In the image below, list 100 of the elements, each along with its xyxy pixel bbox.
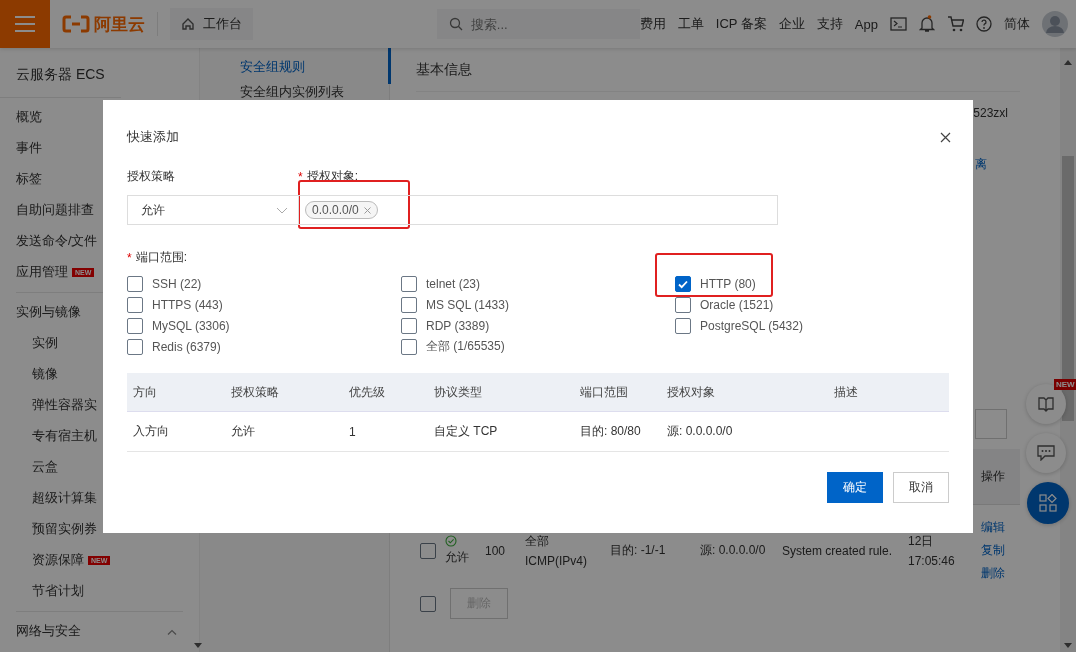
sidebar-item[interactable]: 应用管理	[16, 264, 68, 281]
remove-icon[interactable]	[363, 206, 371, 214]
option-label: MS SQL (1433)	[426, 297, 509, 312]
checkbox[interactable]	[420, 542, 436, 559]
logo-icon	[61, 15, 90, 33]
nav-link[interactable]: ICP 备案	[715, 15, 767, 33]
table-cell: 1	[343, 412, 428, 452]
field-label: 授权策略	[127, 168, 175, 185]
sidebar-item[interactable]: 超级计算集	[32, 490, 97, 507]
table-cell-text: 全部	[525, 533, 550, 550]
target-field[interactable]: 0.0.0.0/0	[298, 195, 778, 225]
sidebar-item[interactable]: 云盒	[32, 459, 58, 476]
search-icon	[448, 17, 463, 31]
close-icon	[940, 131, 951, 143]
option-label: RDP (3389)	[426, 318, 490, 333]
subnav-item[interactable]: 安全组规则	[200, 48, 391, 84]
table-cell: 源: 0.0.0.0/0	[661, 412, 828, 452]
sidebar-item[interactable]: 发送命令/文件	[16, 233, 98, 250]
column-header: 优先级	[343, 373, 428, 412]
sidebar-item[interactable]: 事件	[16, 140, 42, 157]
checkbox[interactable]	[401, 275, 417, 292]
tag[interactable]: 0.0.0.0/0	[305, 201, 378, 219]
table-cell-text: ICMP(IPv4)	[525, 554, 588, 568]
checkbox[interactable]	[401, 317, 417, 334]
nav-link[interactable]: 工单	[677, 15, 704, 33]
field-label: 端口范围:	[135, 249, 187, 266]
menu-button[interactable]	[0, 0, 50, 48]
sidebar-item[interactable]: 预留实例券	[32, 521, 97, 538]
apps-icon	[1039, 494, 1057, 512]
sidebar-section[interactable]: 网络与安全	[16, 623, 81, 640]
sidebar-item[interactable]: 自助问题排查	[16, 202, 94, 219]
logo-text: 阿里云	[93, 13, 145, 36]
avatar-icon[interactable]	[1042, 11, 1068, 37]
required-mark: *	[298, 169, 303, 184]
dialog-title: 快速添加	[127, 128, 179, 146]
checkbox[interactable]	[127, 338, 143, 355]
chevron-down-icon	[276, 206, 288, 214]
table-cell-text: 源: 0.0.0.0/0	[700, 542, 767, 559]
table-cell: 允许	[445, 549, 469, 566]
checkbox[interactable]	[127, 317, 143, 334]
action-link[interactable]: 复制	[981, 542, 1016, 559]
scroll-up-icon[interactable]	[1064, 60, 1072, 65]
action-link[interactable]: 编辑	[981, 519, 1016, 536]
column-header: 操作	[981, 468, 1006, 485]
terminal-icon[interactable]	[890, 17, 907, 31]
section-heading: 基本信息	[416, 48, 1020, 92]
scroll-down-icon[interactable]	[1064, 643, 1072, 648]
language-link[interactable]: 简体	[1004, 15, 1030, 33]
policy-select[interactable]: 允许	[127, 195, 298, 225]
sidebar-item[interactable]: 弹性容器实	[32, 397, 97, 414]
option-label: HTTPS (443)	[152, 297, 223, 312]
home-icon	[180, 17, 195, 31]
close-button[interactable]	[940, 131, 951, 143]
checkbox[interactable]	[675, 275, 691, 292]
apps-button[interactable]	[1027, 482, 1069, 524]
nav-link[interactable]: App	[854, 16, 878, 32]
search-field[interactable]: 搜索...	[436, 9, 640, 39]
action-link[interactable]: 删除	[981, 565, 1016, 582]
table-cell-text: 目的: -1/-1	[610, 542, 667, 559]
input-field[interactable]	[975, 409, 1007, 439]
checkbox[interactable]	[127, 296, 143, 313]
table-cell: 自定义 TCP	[428, 412, 574, 452]
option-label: MySQL (3306)	[152, 318, 230, 333]
sidebar-item[interactable]: 资源保障	[32, 552, 84, 569]
cart-icon[interactable]	[947, 16, 964, 32]
option-label: Oracle (1521)	[700, 297, 774, 312]
chat-button[interactable]	[1026, 433, 1066, 473]
nav-link[interactable]: 费用	[639, 15, 666, 33]
sidebar-section[interactable]: 实例与镜像	[16, 304, 81, 321]
checkbox[interactable]	[127, 275, 143, 292]
cancel-button[interactable]: 取消	[893, 472, 949, 503]
scroll-down-icon[interactable]	[194, 643, 202, 648]
required-mark: *	[127, 250, 132, 265]
sidebar-title: 云服务器 ECS	[0, 48, 121, 98]
sidebar-item[interactable]: 概览	[16, 109, 42, 126]
sidebar-item[interactable]: 标签	[16, 171, 42, 188]
nav-link[interactable]: 企业	[778, 15, 805, 33]
info-text: 523zxl	[973, 106, 1008, 120]
table-cell: 目的: 80/80	[574, 412, 661, 452]
option-label: 全部 (1/65535)	[426, 338, 505, 355]
checkbox[interactable]	[401, 338, 417, 355]
workbench-button[interactable]: 工作台	[169, 8, 253, 40]
menu-icon	[13, 16, 36, 32]
checkbox[interactable]	[420, 595, 436, 612]
option-label: telnet (23)	[426, 276, 481, 291]
help-icon[interactable]	[976, 16, 992, 32]
checkbox[interactable]	[401, 296, 417, 313]
table-cell: 入方向	[127, 412, 225, 452]
nav-link[interactable]: 支持	[816, 15, 843, 33]
column-header: 授权对象	[661, 373, 828, 412]
sidebar-item[interactable]: 实例	[32, 335, 58, 352]
info-link[interactable]: 离	[975, 156, 987, 173]
bell-icon[interactable]	[919, 15, 935, 33]
sidebar-item[interactable]: 专有宿主机	[32, 428, 97, 445]
confirm-button[interactable]: 确定	[827, 472, 883, 503]
sidebar-item[interactable]: 镜像	[32, 366, 58, 383]
caret-up-icon	[167, 628, 177, 635]
sidebar-item[interactable]: 节省计划	[32, 583, 84, 600]
checkbox[interactable]	[675, 317, 691, 334]
table-cell: 允许	[225, 412, 343, 452]
